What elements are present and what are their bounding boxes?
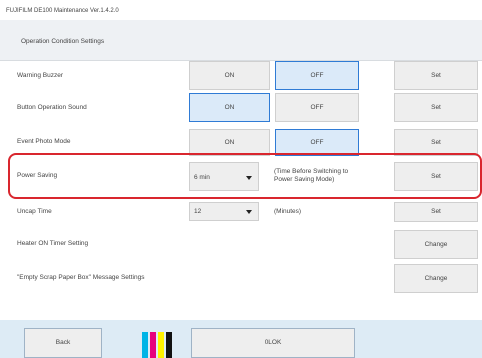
setting-label: Warning Buzzer — [17, 72, 63, 79]
setting-label: Heater ON Timer Setting — [17, 240, 89, 247]
setting-label: "Empty Scrap Paper Box" Message Settings — [17, 274, 145, 281]
warning-buzzer-off-button[interactable]: OFF — [275, 61, 359, 90]
button-sound-on-button[interactable]: ON — [189, 93, 270, 122]
event-photo-on-button[interactable]: ON — [189, 129, 270, 156]
window-title: FUJIFILM DE100 Maintenance Ver.1.4.2.0 — [6, 8, 119, 14]
ink-level-icon — [142, 330, 182, 358]
scrap-box-change-button[interactable]: Change — [394, 264, 478, 293]
uncap-time-set-button[interactable]: Set — [394, 202, 478, 222]
ok-button[interactable]: 0LOK — [191, 328, 355, 358]
page-title: Operation Condition Settings — [21, 38, 105, 45]
setting-row-heater: Heater ON Timer Setting Change — [0, 228, 482, 260]
setting-row-scrap-box: "Empty Scrap Paper Box" Message Settings… — [0, 262, 482, 294]
uncap-time-value: 12 — [194, 208, 202, 215]
setting-row-button-sound: Button Operation Sound ON OFF Set — [0, 93, 482, 125]
ink-magenta-bar — [150, 332, 156, 358]
setting-label: Event Photo Mode — [17, 138, 71, 145]
button-sound-set-button[interactable]: Set — [394, 93, 478, 122]
setting-row-uncap-time: Uncap Time 12 (Minutes) Set — [0, 202, 482, 224]
setting-row-warning-buzzer: Warning Buzzer ON OFF Set — [0, 61, 482, 93]
setting-label: Uncap Time — [17, 208, 52, 215]
ink-cyan-bar — [142, 332, 148, 358]
footer-bar: Back 0LOK — [0, 320, 482, 358]
uncap-time-dropdown[interactable]: 12 — [189, 202, 259, 221]
settings-header: Operation Condition Settings — [0, 20, 482, 61]
heater-change-button[interactable]: Change — [394, 230, 478, 259]
warning-buzzer-on-button[interactable]: ON — [189, 61, 270, 90]
event-photo-off-button[interactable]: OFF — [275, 129, 359, 156]
chevron-down-icon — [246, 210, 252, 214]
button-sound-off-button[interactable]: OFF — [275, 93, 359, 122]
uncap-time-note: (Minutes) — [274, 208, 302, 215]
setting-label: Button Operation Sound — [17, 104, 87, 111]
ink-yellow-bar — [158, 332, 164, 358]
ink-black-bar — [166, 332, 172, 358]
highlight-outline — [8, 153, 482, 199]
event-photo-set-button[interactable]: Set — [394, 129, 478, 156]
back-button[interactable]: Back — [24, 328, 102, 358]
warning-buzzer-set-button[interactable]: Set — [394, 61, 478, 90]
